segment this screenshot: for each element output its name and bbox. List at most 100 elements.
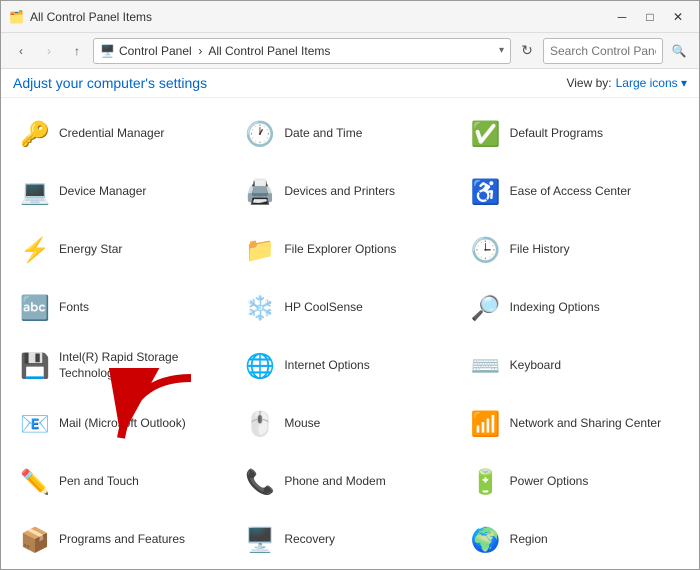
fonts-icon: 🔤 <box>19 292 51 324</box>
intel-rapid-icon: 💾 <box>19 350 51 382</box>
pen-touch-label: Pen and Touch <box>59 474 139 490</box>
main-window: 🗂️ All Control Panel Items ─ □ ✕ ‹ › ↑ 🖥… <box>0 0 700 570</box>
default-programs-label: Default Programs <box>510 126 603 142</box>
indexing-options-label: Indexing Options <box>510 300 600 316</box>
search-button[interactable]: 🔍 <box>667 39 691 63</box>
credential-manager-icon: 🔑 <box>19 118 51 150</box>
energy-star-icon: ⚡ <box>19 234 51 266</box>
control-panel-item-mail-outlook[interactable]: 📧 Mail (Microsoft Outlook) <box>13 396 236 452</box>
hp-coolsense-label: HP CoolSense <box>284 300 363 316</box>
control-panel-item-keyboard[interactable]: ⌨️ Keyboard <box>464 338 687 394</box>
items-grid: 🔑 Credential Manager 🕐 Date and Time ✅ Defaul… <box>1 98 699 569</box>
address-path: Control Panel › All Control Panel Items <box>119 44 330 58</box>
control-panel-item-hp-coolsense[interactable]: ❄️ HP CoolSense <box>238 280 461 336</box>
title-bar-left: 🗂️ All Control Panel Items <box>9 10 152 24</box>
address-bar[interactable]: 🖥️ Control Panel › All Control Panel Ite… <box>93 38 511 64</box>
close-button[interactable]: ✕ <box>665 7 691 27</box>
region-icon: 🌍 <box>470 524 502 556</box>
maximize-button[interactable]: □ <box>637 7 663 27</box>
pen-touch-icon: ✏️ <box>19 466 51 498</box>
hp-coolsense-icon: ❄️ <box>244 292 276 324</box>
device-manager-label: Device Manager <box>59 184 146 200</box>
content-wrapper: 🔑 Credential Manager 🕐 Date and Time ✅ Defaul… <box>1 98 699 569</box>
date-time-label: Date and Time <box>284 126 362 142</box>
title-bar: 🗂️ All Control Panel Items ─ □ ✕ <box>1 1 699 33</box>
content-area: Adjust your computer's settings View by:… <box>1 69 699 569</box>
mail-outlook-label: Mail (Microsoft Outlook) <box>59 416 186 432</box>
control-panel-item-phone-modem[interactable]: 📞 Phone and Modem <box>238 454 461 510</box>
control-panel-item-network-sharing[interactable]: 📶 Network and Sharing Center <box>464 396 687 452</box>
toolbar: Adjust your computer's settings View by:… <box>1 69 699 98</box>
default-programs-icon: ✅ <box>470 118 502 150</box>
control-panel-item-region[interactable]: 🌍 Region <box>464 512 687 568</box>
nav-bar: ‹ › ↑ 🖥️ Control Panel › All Control Pan… <box>1 33 699 69</box>
keyboard-icon: ⌨️ <box>470 350 502 382</box>
recovery-icon: 🖥️ <box>244 524 276 556</box>
control-panel-item-power-options[interactable]: 🔋 Power Options <box>464 454 687 510</box>
intel-rapid-label: Intel(R) Rapid Storage Technology <box>59 350 230 381</box>
control-panel-item-pen-touch[interactable]: ✏️ Pen and Touch <box>13 454 236 510</box>
control-panel-item-device-manager[interactable]: 💻 Device Manager <box>13 164 236 220</box>
control-panel-item-credential-manager[interactable]: 🔑 Credential Manager <box>13 106 236 162</box>
credential-manager-label: Credential Manager <box>59 126 164 142</box>
control-panel-item-date-time[interactable]: 🕐 Date and Time <box>238 106 461 162</box>
keyboard-label: Keyboard <box>510 358 561 374</box>
mail-outlook-icon: 📧 <box>19 408 51 440</box>
energy-star-label: Energy Star <box>59 242 122 258</box>
devices-printers-label: Devices and Printers <box>284 184 395 200</box>
file-history-icon: 🕒 <box>470 234 502 266</box>
control-panel-item-file-explorer[interactable]: 📁 File Explorer Options <box>238 222 461 278</box>
ease-of-access-label: Ease of Access Center <box>510 184 631 200</box>
power-options-icon: 🔋 <box>470 466 502 498</box>
window-icon: 🗂️ <box>9 10 24 24</box>
control-panel-item-recovery[interactable]: 🖥️ Recovery <box>238 512 461 568</box>
file-explorer-label: File Explorer Options <box>284 242 396 258</box>
back-button[interactable]: ‹ <box>9 39 33 63</box>
phone-modem-icon: 📞 <box>244 466 276 498</box>
recovery-label: Recovery <box>284 532 335 548</box>
control-panel-item-energy-star[interactable]: ⚡ Energy Star <box>13 222 236 278</box>
file-explorer-icon: 📁 <box>244 234 276 266</box>
window-title: All Control Panel Items <box>30 10 152 24</box>
programs-features-label: Programs and Features <box>59 532 185 548</box>
phone-modem-label: Phone and Modem <box>284 474 385 490</box>
power-options-label: Power Options <box>510 474 589 490</box>
control-panel-item-mouse[interactable]: 🖱️ Mouse <box>238 396 461 452</box>
up-button[interactable]: ↑ <box>65 39 89 63</box>
forward-button[interactable]: › <box>37 39 61 63</box>
refresh-button[interactable]: ↻ <box>515 39 539 63</box>
device-manager-icon: 💻 <box>19 176 51 208</box>
network-sharing-label: Network and Sharing Center <box>510 416 661 432</box>
control-panel-item-file-history[interactable]: 🕒 File History <box>464 222 687 278</box>
file-history-label: File History <box>510 242 570 258</box>
control-panel-item-ease-of-access[interactable]: ♿ Ease of Access Center <box>464 164 687 220</box>
mouse-icon: 🖱️ <box>244 408 276 440</box>
ease-of-access-icon: ♿ <box>470 176 502 208</box>
view-by-value[interactable]: Large icons ▾ <box>616 76 687 90</box>
internet-options-icon: 🌐 <box>244 350 276 382</box>
internet-options-label: Internet Options <box>284 358 369 374</box>
view-by-control: View by: Large icons ▾ <box>566 76 687 90</box>
region-label: Region <box>510 532 548 548</box>
control-panel-item-fonts[interactable]: 🔤 Fonts <box>13 280 236 336</box>
address-chevron-icon: ▾ <box>499 45 504 56</box>
control-panel-item-intel-rapid[interactable]: 💾 Intel(R) Rapid Storage Technology <box>13 338 236 394</box>
view-by-label: View by: <box>566 76 611 90</box>
fonts-label: Fonts <box>59 300 89 316</box>
control-panel-item-default-programs[interactable]: ✅ Default Programs <box>464 106 687 162</box>
control-panel-item-indexing-options[interactable]: 🔎 Indexing Options <box>464 280 687 336</box>
title-controls: ─ □ ✕ <box>609 7 691 27</box>
page-heading: Adjust your computer's settings <box>13 75 207 91</box>
address-icon: 🖥️ <box>100 44 115 58</box>
search-input[interactable] <box>543 38 663 64</box>
control-panel-item-devices-printers[interactable]: 🖨️ Devices and Printers <box>238 164 461 220</box>
control-panel-item-internet-options[interactable]: 🌐 Internet Options <box>238 338 461 394</box>
network-sharing-icon: 📶 <box>470 408 502 440</box>
minimize-button[interactable]: ─ <box>609 7 635 27</box>
date-time-icon: 🕐 <box>244 118 276 150</box>
indexing-options-icon: 🔎 <box>470 292 502 324</box>
devices-printers-icon: 🖨️ <box>244 176 276 208</box>
control-panel-item-programs-features[interactable]: 📦 Programs and Features <box>13 512 236 568</box>
mouse-label: Mouse <box>284 416 320 432</box>
programs-features-icon: 📦 <box>19 524 51 556</box>
